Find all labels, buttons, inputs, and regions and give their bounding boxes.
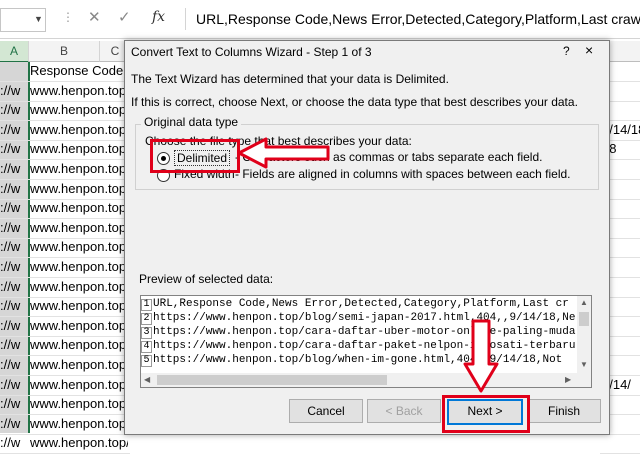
cell-b[interactable]: www.henpon.top/ [30,415,128,433]
cell-a[interactable]: ://w [0,356,28,374]
cell-a[interactable]: ://w [0,140,28,158]
preview-row-number: 2 [141,313,152,325]
formula-text: URL,Response Code,News Error,Detected,Ca… [196,11,640,27]
cell-b[interactable]: www.henpon.top/ [30,219,128,237]
preview-row: 2 https://www.henpon.top/blog/semi-japan-… [141,312,575,325]
column-header-b[interactable]: B [29,41,100,62]
next-highlight-box [442,395,530,433]
preview-row-text: https://www.henpon.top/cara-daftar-paket… [153,340,576,352]
preview-label: Preview of selected data: [139,272,274,286]
cell-b[interactable]: www.henpon.top/ [30,121,128,139]
preview-row-text: https://www.henpon.top/blog/semi-japan-2… [153,312,576,324]
scrollbar-corner [577,373,592,388]
back-button[interactable]: < Back [367,399,441,423]
cell-a[interactable]: ://w [0,258,28,276]
formula-bar: ▼ ⋮ ✕ ✓ fx URL,Response Code,News Error,… [0,0,640,39]
formula-input[interactable]: URL,Response Code,News Error,Detected,Ca… [185,8,640,30]
finish-button[interactable]: Finish [527,399,601,423]
formula-bar-grip: ⋮ [62,10,75,24]
dialog-title: Convert Text to Columns Wizard - Step 1 … [131,45,372,59]
cell-a[interactable]: ://w [0,121,28,139]
delimited-highlight-box [150,139,240,173]
cell-a[interactable]: ://w [0,101,28,119]
down-arrow-annotation-icon [463,319,499,393]
scroll-left-icon[interactable]: ◀ [144,375,150,384]
cell-b[interactable]: www.henpon.top/ [30,434,128,452]
data-preview[interactable]: 1 URL,Response Code,News Error,Detected,C… [140,295,579,375]
intro-text-2: If this is correct, choose Next, or choo… [131,95,578,109]
scroll-down-icon[interactable]: ▼ [580,360,588,369]
cell-b[interactable]: www.henpon.top/ [30,317,128,335]
cell-b[interactable]: www.henpon.top/ [30,238,128,256]
cell-a[interactable]: ://w [0,415,28,433]
cell-a[interactable]: ://w [0,180,28,198]
cell-b[interactable]: www.henpon.top/ [30,356,128,374]
cell-b[interactable]: www.henpon.top/ [30,376,128,394]
cell-b[interactable]: www.henpon.top/ [30,160,128,178]
left-arrow-annotation-icon [237,137,330,169]
help-button[interactable]: ? [563,44,570,58]
cell-a[interactable]: ://w [0,278,28,296]
column-header-a[interactable]: A [0,41,29,63]
cell-b[interactable]: www.henpon.top/ [30,297,128,315]
cell-b[interactable]: www.henpon.top/ [30,199,128,217]
scroll-up-icon[interactable]: ▲ [580,298,588,307]
intro-text: The Text Wizard has determined that your… [131,72,449,86]
preview-row: 4 https://www.henpon.top/cara-daftar-pake… [141,340,575,353]
vertical-scroll-thumb[interactable] [579,312,589,326]
cell-b[interactable]: www.henpon.top/ [30,101,128,119]
insert-function-icon[interactable]: fx [152,9,165,25]
cell-b[interactable]: www.henpon.top/ [30,336,128,354]
cell-a[interactable]: ://w [0,297,28,315]
cell-a[interactable]: ://w [0,199,28,217]
cell-a[interactable]: ://w [0,160,28,178]
cell-b[interactable]: Response Code,News [30,62,128,80]
cell-b[interactable]: www.henpon.top/ [30,140,128,158]
cell-a[interactable]: ://w [0,238,28,256]
preview-row-text: URL,Response Code,News Error,Detected,Ca… [153,298,569,310]
cell-b[interactable]: www.henpon.top/ [30,82,128,100]
preview-row-number: 1 [141,299,152,311]
preview-vertical-scrollbar[interactable]: ▲ ▼ [577,295,592,375]
preview-row-number: 4 [141,341,152,353]
cell-b[interactable]: www.henpon.top/ [30,258,128,276]
preview-row: 1 URL,Response Code,News Error,Detected,C… [141,298,569,311]
cell-a[interactable]: ://w [0,376,28,394]
preview-row-text: https://www.henpon.top/cara-daftar-uber-… [153,326,576,338]
preview-row-number: 3 [141,327,152,339]
cell-a[interactable]: ://w [0,317,28,335]
preview-row: 3 https://www.henpon.top/cara-daftar-uber… [141,326,575,339]
close-icon[interactable]: × [585,42,593,58]
cell-a[interactable]: ://w [0,336,28,354]
confirm-formula-icon[interactable]: ✓ [118,8,131,26]
cell-b[interactable]: www.henpon.top/ [30,278,128,296]
preview-horizontal-scrollbar[interactable]: ◀ ▶ [140,373,579,388]
cell-a[interactable]: ://w [0,395,28,413]
cell-a[interactable]: ://w [0,82,28,100]
chevron-down-icon[interactable]: ▼ [34,14,43,24]
horizontal-scroll-thumb[interactable] [157,375,387,385]
preview-row-number: 5 [141,355,152,367]
cell-a[interactable]: ://w [0,434,28,452]
scroll-right-icon[interactable]: ▶ [565,375,571,384]
cancel-button[interactable]: Cancel [289,399,363,423]
preview-row-text: https://www.henpon.top/blog/when-im-gone… [153,354,563,366]
cell-a[interactable]: ://w [0,219,28,237]
cancel-formula-icon[interactable]: ✕ [88,8,101,26]
cell-b[interactable]: www.henpon.top/ [30,180,128,198]
group-label: Original data type [141,115,242,129]
text-to-columns-dialog: Convert Text to Columns Wizard - Step 1 … [124,40,610,435]
cell-b[interactable]: www.henpon.top/ [30,395,128,413]
